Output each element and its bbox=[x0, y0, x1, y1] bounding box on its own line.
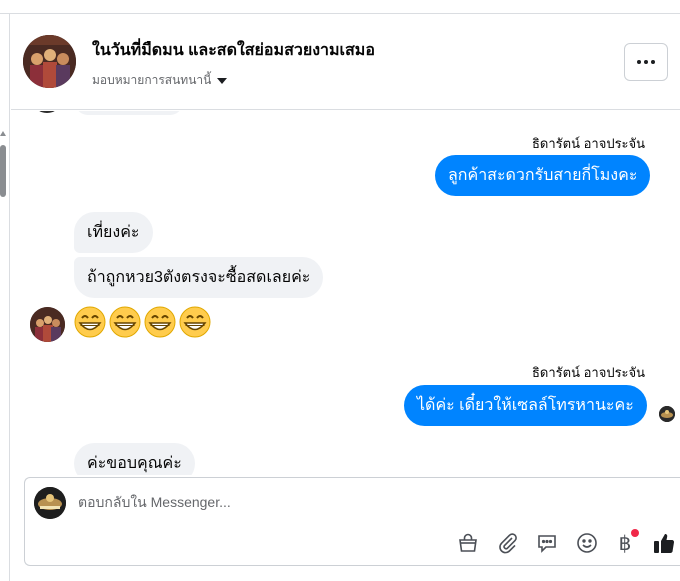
emoji-message[interactable] bbox=[74, 306, 211, 338]
smiley-icon[interactable] bbox=[574, 530, 600, 556]
left-scrollbar-thumb[interactable] bbox=[0, 145, 6, 197]
caret-down-icon bbox=[217, 78, 228, 84]
notification-dot bbox=[631, 529, 639, 537]
reply-composer: ฿ bbox=[24, 477, 680, 566]
messenger-inbox-panel: ในวันที่มืดมน และสดใสย่อมสวยงามเสมอ มอบห… bbox=[0, 0, 680, 581]
baht-payment-icon[interactable]: ฿ bbox=[612, 529, 639, 556]
baht-symbol: ฿ bbox=[618, 531, 632, 555]
more-dot bbox=[644, 60, 648, 64]
saved-reply-icon[interactable] bbox=[534, 530, 560, 556]
assign-conversation-label: มอบหมายการสนทนานี้ bbox=[92, 73, 212, 87]
avatar bbox=[33, 111, 61, 113]
grinning-face-icon bbox=[179, 306, 211, 338]
contact-avatar[interactable] bbox=[23, 35, 76, 88]
paperclip-icon[interactable] bbox=[495, 530, 521, 556]
sender-name: ธิดารัตน์ อาจประจัน bbox=[532, 136, 646, 151]
sender-name: ธิดารัตน์ อาจประจัน bbox=[532, 365, 646, 380]
incoming-message-bubble[interactable]: ถ้าถูกหวย3ตังตรงจะซื้อสดเลยค่ะ bbox=[74, 257, 324, 298]
conversation-header: ในวันที่มืดมน และสดใสย่อมสวยงามเสมอ มอบห… bbox=[11, 14, 680, 110]
reply-input[interactable] bbox=[78, 494, 638, 510]
incoming-message-bubble[interactable]: ค่ะขอบคุณค่ะ bbox=[74, 443, 195, 475]
outgoing-message-bubble[interactable]: ลูกค้าสะดวกรับสายกี่โมงคะ bbox=[435, 155, 651, 196]
thumbs-up-icon[interactable] bbox=[651, 530, 677, 556]
grinning-face-icon bbox=[74, 306, 106, 338]
incoming-message-bubble[interactable]: เที่ยงค่ะ bbox=[74, 212, 153, 253]
grinning-face-icon bbox=[144, 306, 176, 338]
contact-avatar-small[interactable] bbox=[30, 307, 65, 342]
outgoing-message-bubble[interactable]: ได้ค่ะ เดี๋ยวให้เซลล์โทรหานะคะ bbox=[404, 385, 647, 426]
left-scroll-gutter bbox=[0, 14, 10, 581]
shopping-bag-icon[interactable] bbox=[455, 530, 481, 556]
more-dots-icon bbox=[637, 60, 641, 64]
message-text: ค่ะขอบคุณค่ะ bbox=[87, 455, 182, 472]
page-avatar bbox=[34, 487, 66, 519]
more-dot bbox=[651, 60, 655, 64]
assign-conversation-dropdown[interactable]: มอบหมายการสนทนานี้ bbox=[92, 71, 228, 90]
message-list[interactable]: ธิดารัตน์ อาจประจัน ลูกค้าสะดวกรับสายกี่… bbox=[11, 111, 680, 475]
seen-receipt-avatar bbox=[659, 406, 675, 422]
more-options-button[interactable] bbox=[624, 43, 668, 81]
grinning-face-icon bbox=[109, 306, 141, 338]
scroll-up-arrow-icon[interactable] bbox=[0, 131, 6, 136]
conversation-title: ในวันที่มืดมน และสดใสย่อมสวยงามเสมอ bbox=[92, 42, 375, 59]
incoming-message-bubble[interactable] bbox=[75, 111, 183, 115]
